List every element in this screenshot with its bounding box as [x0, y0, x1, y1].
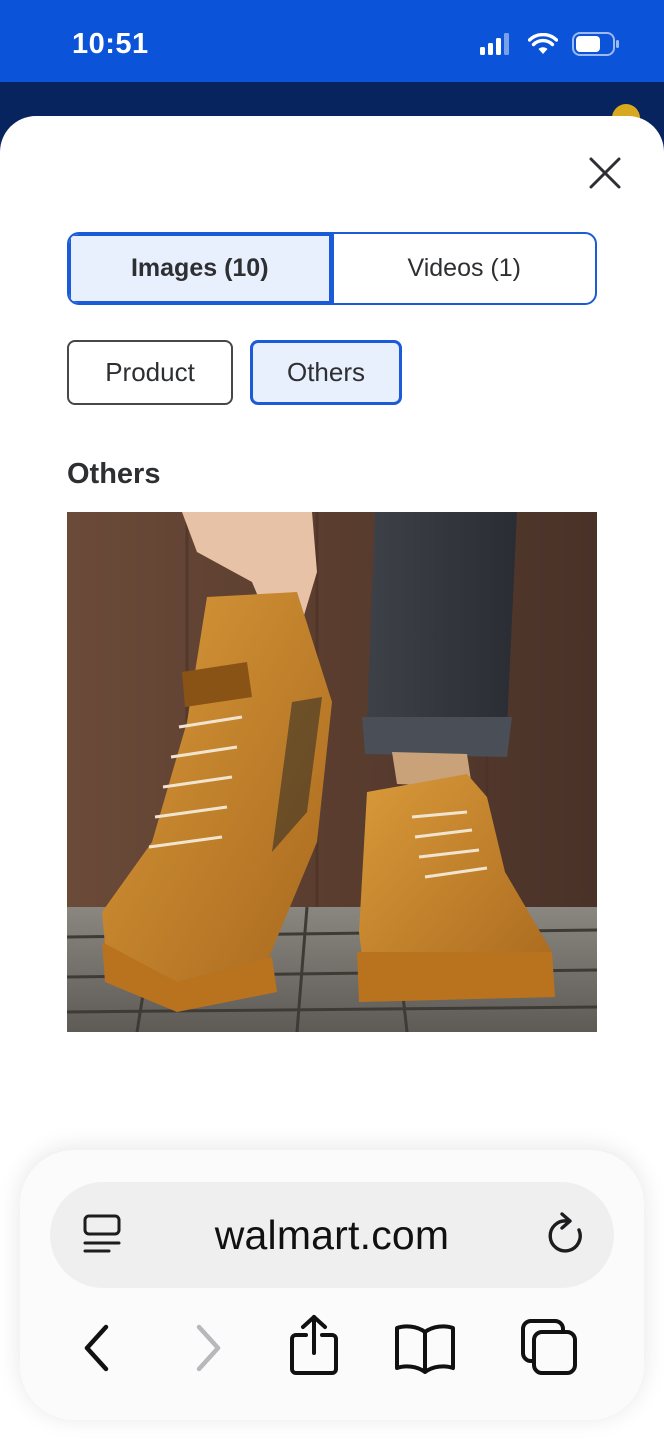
wifi-icon — [528, 33, 558, 54]
tabs-icon — [521, 1319, 577, 1375]
filter-product[interactable]: Product — [67, 340, 233, 405]
filter-others[interactable]: Others — [250, 340, 402, 405]
battery-icon — [572, 32, 619, 56]
status-icons — [480, 32, 620, 56]
bookmarks-button[interactable] — [392, 1320, 458, 1376]
tab-videos[interactable]: Videos (1) — [334, 234, 596, 303]
media-type-tabs: Images (10) Videos (1) — [67, 232, 597, 305]
forward-button[interactable] — [183, 1320, 233, 1376]
browser-toolbar: walmart.com — [20, 1150, 644, 1420]
forward-icon — [196, 1324, 221, 1372]
signal-icon — [480, 33, 509, 55]
close-button[interactable] — [586, 154, 624, 192]
url-text[interactable]: walmart.com — [50, 1212, 614, 1259]
section-title: Others — [67, 458, 161, 490]
bookmarks-icon — [395, 1324, 455, 1374]
status-time: 10:51 — [72, 28, 149, 60]
tabs-button[interactable] — [518, 1316, 580, 1378]
reload-icon — [548, 1212, 582, 1253]
back-icon — [84, 1324, 109, 1372]
back-button[interactable] — [72, 1320, 122, 1376]
close-icon — [589, 157, 621, 189]
product-image[interactable] — [67, 512, 597, 1032]
reload-button[interactable] — [544, 1210, 590, 1260]
share-icon — [290, 1315, 338, 1375]
share-button[interactable] — [286, 1312, 342, 1378]
tab-images[interactable]: Images (10) — [69, 234, 334, 303]
address-bar[interactable]: walmart.com — [50, 1182, 614, 1288]
status-bar: 10:51 — [0, 0, 664, 82]
